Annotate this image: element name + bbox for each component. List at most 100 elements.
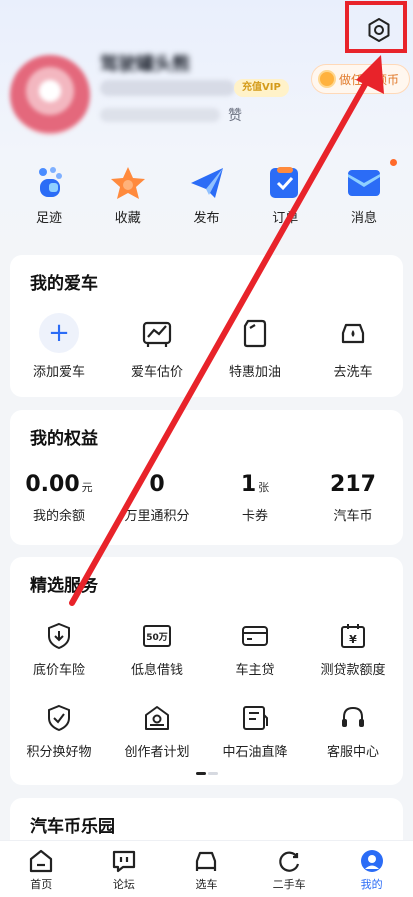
plus-icon: + xyxy=(39,313,79,353)
nav-forum[interactable]: 论坛 xyxy=(89,841,159,897)
quick-footprint[interactable]: 足迹 xyxy=(10,165,88,227)
coin-icon xyxy=(318,70,336,88)
profile-icon xyxy=(360,850,383,872)
benefits-grid: 0.00 元 我的余额 0 万里通积分 1张 卡券 217 汽车币 xyxy=(10,472,403,524)
loan-quota-button[interactable]: ¥ 测贷款额度 xyxy=(304,621,402,678)
quick-label: 足迹 xyxy=(35,211,62,226)
creator-plan-button[interactable]: 创作者计划 xyxy=(108,703,206,760)
quick-messages[interactable]: 消息 xyxy=(325,159,403,227)
petrochina-discount-button[interactable]: 中石油直降 xyxy=(206,703,304,760)
nav-label: 选车 xyxy=(195,878,218,891)
my-car-card: 我的爱车 + 添加爱车 爱车估价 特惠加油 去洗车 xyxy=(10,255,403,397)
services-row-2: 积分换好物 创作者计划 中石油直降 客服中心 xyxy=(10,703,403,760)
quick-publish[interactable]: 发布 xyxy=(168,165,246,227)
low-interest-loan-button[interactable]: 50万 低息借钱 xyxy=(108,621,206,678)
quick-label: 收藏 xyxy=(114,211,141,226)
card-title: 汽车币乐园 xyxy=(30,817,115,837)
nav-label: 二手车 xyxy=(272,878,306,891)
my-car-grid: + 添加爱车 爱车估价 特惠加油 去洗车 xyxy=(10,313,403,380)
services-pager xyxy=(196,772,218,775)
services-card: 精选服务 底价车险 50万 低息借钱 车主贷 ¥ 测贷款额度 积分换好物 创作者… xyxy=(10,557,403,785)
cell-label: 去洗车 xyxy=(333,365,373,380)
calendar-yen-icon: ¥ xyxy=(341,624,365,648)
username[interactable]: 驾驶罐头熊 xyxy=(100,50,190,76)
cell-label: 添加爱车 xyxy=(32,365,85,380)
task-reward-button[interactable]: 做任务领币 xyxy=(311,64,411,94)
headset-icon xyxy=(342,706,364,727)
car-wash-button[interactable]: 去洗车 xyxy=(304,313,402,380)
owner-loan-button[interactable]: 车主贷 xyxy=(206,621,304,678)
notification-dot xyxy=(390,159,397,166)
message-icon xyxy=(348,170,380,196)
quick-label: 订单 xyxy=(272,211,299,226)
order-icon xyxy=(270,167,299,198)
nav-label: 首页 xyxy=(30,878,53,891)
user-stats: 赞 xyxy=(100,106,242,124)
footprint-icon xyxy=(39,167,62,197)
shield-check-icon xyxy=(48,704,70,732)
vip-badge[interactable]: 充值VIP xyxy=(234,79,289,97)
fuel-discount-button[interactable]: 特惠加油 xyxy=(206,313,304,380)
cell-label: 低息借钱 xyxy=(130,663,183,678)
cell-label: 创作者计划 xyxy=(124,745,190,760)
yen-badge-text: ¥ xyxy=(349,633,357,646)
cell-label: 特惠加油 xyxy=(228,365,281,380)
stats-blurred xyxy=(100,108,220,122)
benefits-card: 我的权益 0.00 元 我的余额 0 万里通积分 1张 卡券 217 汽车币 xyxy=(10,410,403,545)
car-coin-item[interactable]: 217 汽车币 xyxy=(304,472,402,524)
coupons-value: 1 xyxy=(240,472,257,497)
cell-label: 车主贷 xyxy=(235,663,275,678)
nav-profile[interactable]: 我的 xyxy=(337,841,407,897)
cell-label: 底价车险 xyxy=(32,663,85,678)
nav-used-car[interactable]: 二手车 xyxy=(254,841,324,897)
cell-label: 积分换好物 xyxy=(26,745,92,760)
home-icon xyxy=(30,849,53,873)
star-icon xyxy=(110,167,145,199)
car-coin-value: 217 xyxy=(330,472,376,497)
balance-item[interactable]: 0.00 元 我的余额 xyxy=(10,472,108,524)
cell-label: 客服中心 xyxy=(326,745,379,760)
card-title: 我的爱车 xyxy=(30,274,98,294)
card-title: 精选服务 xyxy=(30,576,98,596)
quick-actions: 足迹 收藏 发布 订单 消息 xyxy=(10,159,403,227)
cell-label: 万里通积分 xyxy=(124,509,190,524)
cell-label: 测贷款额度 xyxy=(320,663,386,678)
cell-label: 卡券 xyxy=(241,509,268,524)
car-valuation-button[interactable]: 爱车估价 xyxy=(108,313,206,380)
coupons-item[interactable]: 1张 卡券 xyxy=(206,472,304,524)
customer-service-button[interactable]: 客服中心 xyxy=(304,703,402,760)
nav-label: 我的 xyxy=(360,878,383,891)
task-button-label: 做任务领币 xyxy=(339,72,400,87)
bottom-nav: 首页 论坛 选车 二手车 我的 xyxy=(0,840,413,897)
quick-favorites[interactable]: 收藏 xyxy=(89,165,167,227)
send-icon xyxy=(190,168,223,198)
quick-label: 发布 xyxy=(193,211,220,226)
forum-icon xyxy=(112,850,135,873)
settings-button[interactable] xyxy=(355,10,403,50)
pager-active xyxy=(196,772,206,775)
nav-label: 论坛 xyxy=(112,878,135,891)
pager-inactive xyxy=(208,772,218,775)
coupons-unit: 张 xyxy=(258,481,270,494)
car-wash-icon xyxy=(341,323,365,344)
quick-orders[interactable]: 订单 xyxy=(246,165,324,227)
user-subtitle-blurred xyxy=(100,80,235,96)
nav-home[interactable]: 首页 xyxy=(6,841,76,897)
car-insurance-button[interactable]: 底价车险 xyxy=(10,621,108,678)
cell-label: 中石油直降 xyxy=(222,745,288,760)
card-title: 我的权益 xyxy=(30,429,98,449)
cell-label: 我的余额 xyxy=(32,509,85,524)
quick-label: 消息 xyxy=(350,211,377,226)
points-item[interactable]: 0 万里通积分 xyxy=(108,472,206,524)
avatar[interactable] xyxy=(10,55,90,135)
cell-label: 爱车估价 xyxy=(130,365,183,380)
gear-icon xyxy=(368,18,390,42)
balance-unit: 元 xyxy=(81,481,93,494)
fuel-card-icon xyxy=(243,706,268,730)
balance-value: 0.00 xyxy=(25,472,80,497)
add-car-button[interactable]: + 添加爱车 xyxy=(10,313,108,380)
loan-50w-icon: 50万 xyxy=(143,625,171,647)
nav-car-select[interactable]: 选车 xyxy=(171,841,241,897)
shield-download-icon xyxy=(48,622,70,650)
points-exchange-button[interactable]: 积分换好物 xyxy=(10,703,108,760)
